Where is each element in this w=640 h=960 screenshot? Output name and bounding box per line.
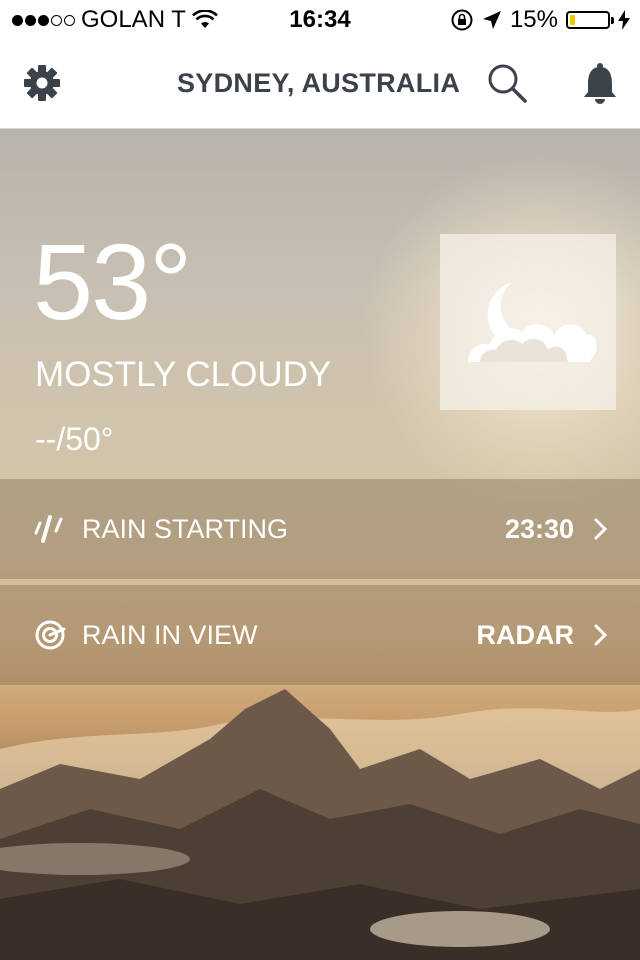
gear-icon[interactable] bbox=[22, 63, 62, 103]
rain-in-view-row[interactable]: RAIN IN VIEW RADAR bbox=[0, 585, 640, 685]
battery-icon bbox=[566, 11, 614, 29]
background-scene: 53° MOSTLY CLOUDY --/50° RAIN STARTING 2… bbox=[0, 129, 640, 960]
rotation-lock-icon bbox=[451, 9, 473, 31]
bell-icon[interactable] bbox=[580, 62, 620, 104]
signal-strength-icon bbox=[12, 14, 75, 26]
wifi-icon bbox=[192, 10, 218, 28]
chevron-right-icon bbox=[594, 518, 608, 540]
location-title[interactable]: SYDNEY, AUSTRALIA bbox=[177, 68, 460, 99]
rain-starting-row[interactable]: RAIN STARTING 23:30 bbox=[0, 479, 640, 579]
charging-bolt-icon bbox=[618, 10, 630, 30]
search-icon[interactable] bbox=[486, 62, 528, 104]
row-value: 23:30 bbox=[504, 513, 574, 544]
status-right: 15% bbox=[450, 6, 640, 34]
row-value: RADAR bbox=[476, 619, 575, 650]
battery-percent: 15% bbox=[509, 6, 558, 33]
carrier-name: GOLAN T bbox=[81, 6, 186, 33]
high-low-temperature: --/50° bbox=[35, 421, 114, 457]
battery-fill bbox=[570, 15, 575, 25]
status-bar: GOLAN T 16:34 15% bbox=[0, 0, 640, 40]
rain-icon bbox=[34, 515, 63, 543]
weather-condition: MOSTLY CLOUDY bbox=[35, 355, 332, 394]
status-left: GOLAN T bbox=[0, 6, 218, 34]
chevron-right-icon bbox=[594, 624, 608, 646]
app-header: SYDNEY, AUSTRALIA bbox=[0, 40, 640, 129]
current-temperature: 53° bbox=[33, 221, 192, 342]
row-label: RAIN STARTING bbox=[82, 513, 289, 544]
location-arrow-icon bbox=[482, 11, 501, 29]
radar-icon bbox=[35, 620, 66, 650]
mountain-landscape bbox=[0, 689, 640, 960]
row-label: RAIN IN VIEW bbox=[82, 619, 258, 650]
condition-icon-tile bbox=[440, 234, 616, 410]
moon-cloud-icon bbox=[468, 282, 597, 362]
